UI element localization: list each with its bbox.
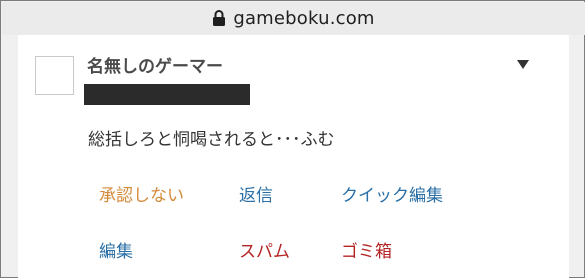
caret-down-icon[interactable] — [517, 60, 529, 69]
address-bar[interactable]: gameboku.com — [2, 2, 585, 35]
redacted-block — [84, 84, 250, 105]
avatar — [35, 56, 74, 95]
comment-author: 名無しのゲーマー — [87, 57, 223, 77]
comment-card: 名無しのゲーマー 総括しろと恫喝されると･･･ふむ 承認しない 返信 クイック編… — [18, 35, 569, 278]
edit-link[interactable]: 編集 — [99, 237, 133, 262]
quick-edit-link[interactable]: クイック編集 — [341, 181, 443, 206]
trash-link[interactable]: ゴミ箱 — [341, 237, 392, 262]
browser-frame: gameboku.com 名無しのゲーマー 総括しろと恫喝されると･･･ふむ 承… — [0, 0, 585, 278]
comment-text: 総括しろと恫喝されると･･･ふむ — [88, 130, 335, 150]
spam-link[interactable]: スパム — [239, 237, 290, 262]
reply-link[interactable]: 返信 — [239, 181, 273, 206]
url-text: gameboku.com — [233, 8, 375, 29]
lock-icon — [213, 9, 226, 26]
unapprove-link[interactable]: 承認しない — [99, 181, 184, 206]
